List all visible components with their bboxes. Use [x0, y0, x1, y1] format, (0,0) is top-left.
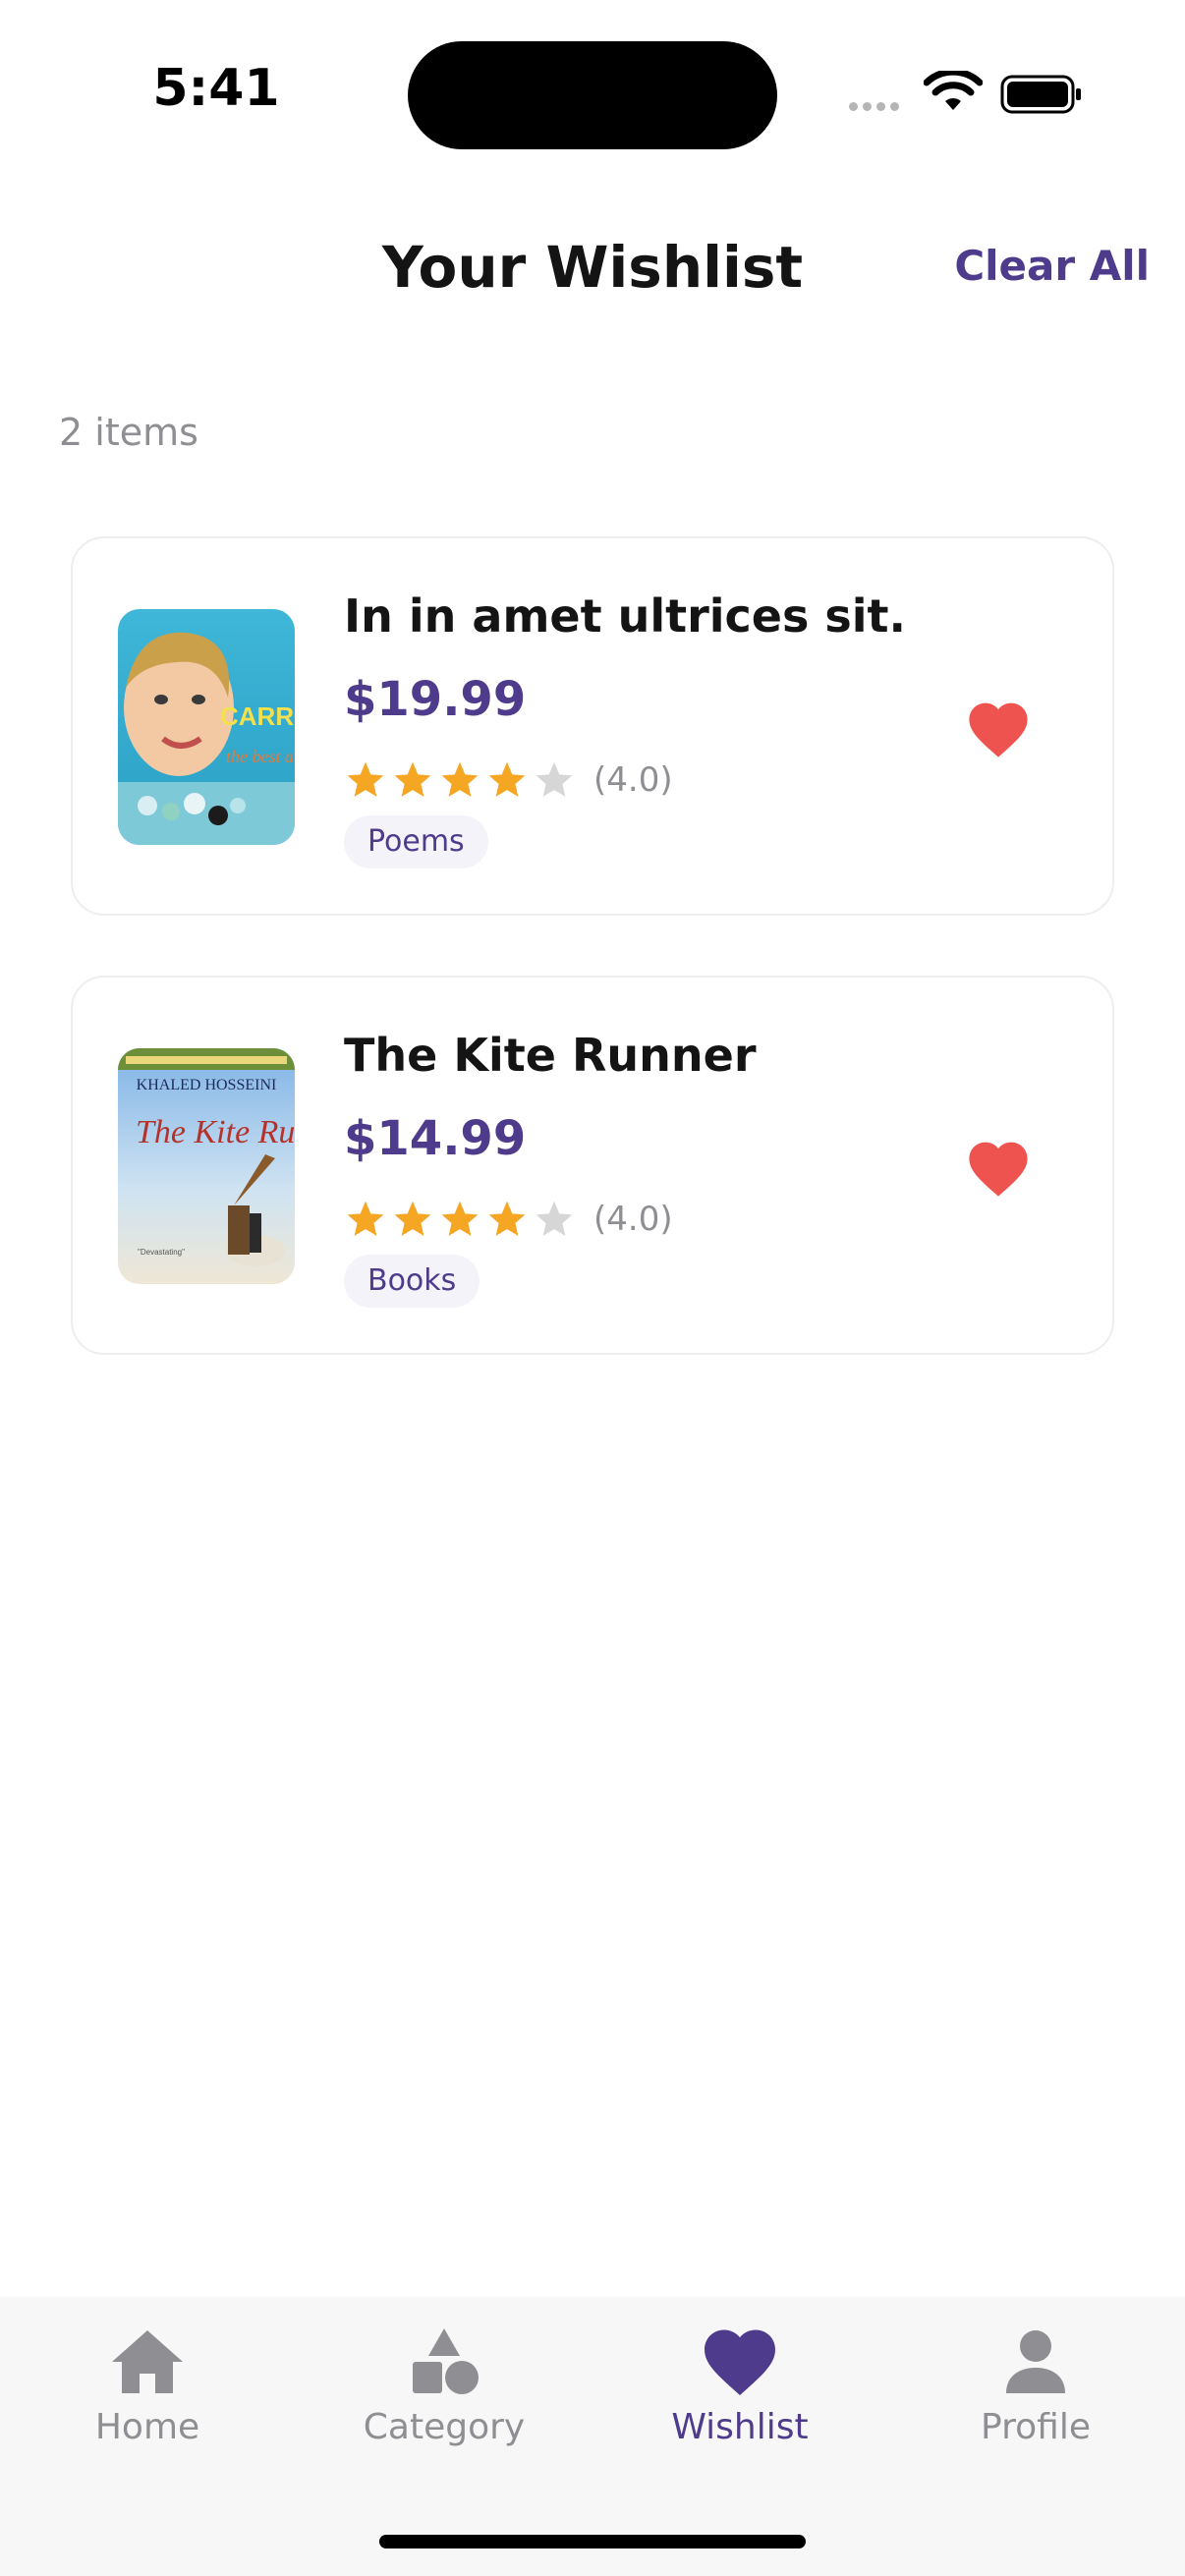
book-price: $14.99 [344, 1111, 527, 1166]
shapes-icon [413, 2328, 479, 2394]
cover-title-text: The Kite Runner [136, 1114, 295, 1150]
status-time: 5:41 [152, 59, 280, 118]
rating-value: (4.0) [593, 760, 673, 800]
remove-from-wishlist-button[interactable] [965, 1137, 1032, 1198]
tab-wishlist-label: Wishlist [671, 2407, 809, 2447]
status-bar: 5:41 [0, 0, 1185, 187]
rating-stars: (4.0) [344, 758, 673, 802]
category-tag: Poems [344, 815, 488, 868]
wishlist-item-card[interactable]: KHALED HOSSEINI The Kite Runner "Devasta… [71, 976, 1114, 1355]
rating-value: (4.0) [593, 1200, 673, 1239]
category-tag: Books [344, 1255, 480, 1308]
star-filled-icon [347, 1201, 384, 1236]
home-indicator [379, 2535, 806, 2548]
svg-text:"Devastating": "Devastating" [138, 1248, 185, 1257]
book-title: The Kite Runner [344, 1029, 757, 1082]
header: Your Wishlist Clear All [0, 216, 1185, 324]
person-icon [1006, 2330, 1065, 2393]
tab-home-label: Home [94, 2407, 200, 2447]
items-count: 2 items [59, 411, 198, 454]
home-icon [112, 2330, 183, 2393]
remove-from-wishlist-button[interactable] [965, 698, 1032, 758]
cover-subtitle-text: the best awful [226, 747, 295, 766]
clear-all-button[interactable]: Clear All [954, 242, 1150, 290]
book-price: $19.99 [344, 672, 527, 727]
tab-category[interactable]: Category [326, 2326, 562, 2474]
wishlist-item-card[interactable]: CARRIE FISHER the best awful In in amet … [71, 536, 1114, 916]
star-empty-icon [536, 1201, 573, 1236]
cover-author-text: KHALED HOSSEINI [137, 1077, 277, 1093]
star-filled-icon [441, 761, 479, 797]
star-empty-icon [536, 761, 573, 797]
star-filled-icon [347, 761, 384, 797]
tab-profile-label: Profile [981, 2407, 1091, 2447]
wifi-icon [924, 71, 983, 110]
star-filled-icon [488, 1201, 526, 1236]
wishlist-screen: 5:41 Your Wishlist Clear All 2 items CAR… [0, 0, 1185, 2576]
tab-category-label: Category [363, 2407, 526, 2447]
rating-stars: (4.0) [344, 1198, 673, 1241]
battery-icon [1000, 75, 1081, 114]
book-cover-image: CARRIE FISHER the best awful [118, 609, 295, 845]
tab-profile[interactable]: Profile [918, 2326, 1154, 2474]
heart-icon [969, 702, 1028, 757]
tab-wishlist[interactable]: Wishlist [622, 2326, 858, 2474]
heart-icon [969, 1142, 1028, 1197]
heart-icon [705, 2329, 775, 2395]
dynamic-island [408, 41, 777, 149]
tab-home[interactable]: Home [29, 2326, 265, 2474]
cover-author-text: CARRIE FISHER [220, 701, 295, 731]
cellular-signal-icon [849, 102, 899, 111]
star-filled-icon [488, 761, 526, 797]
book-title: In in amet ultrices sit. [344, 589, 907, 643]
star-filled-icon [441, 1201, 479, 1236]
star-filled-icon [394, 761, 431, 797]
book-cover-image: KHALED HOSSEINI The Kite Runner "Devasta… [118, 1048, 295, 1284]
star-filled-icon [394, 1201, 431, 1236]
